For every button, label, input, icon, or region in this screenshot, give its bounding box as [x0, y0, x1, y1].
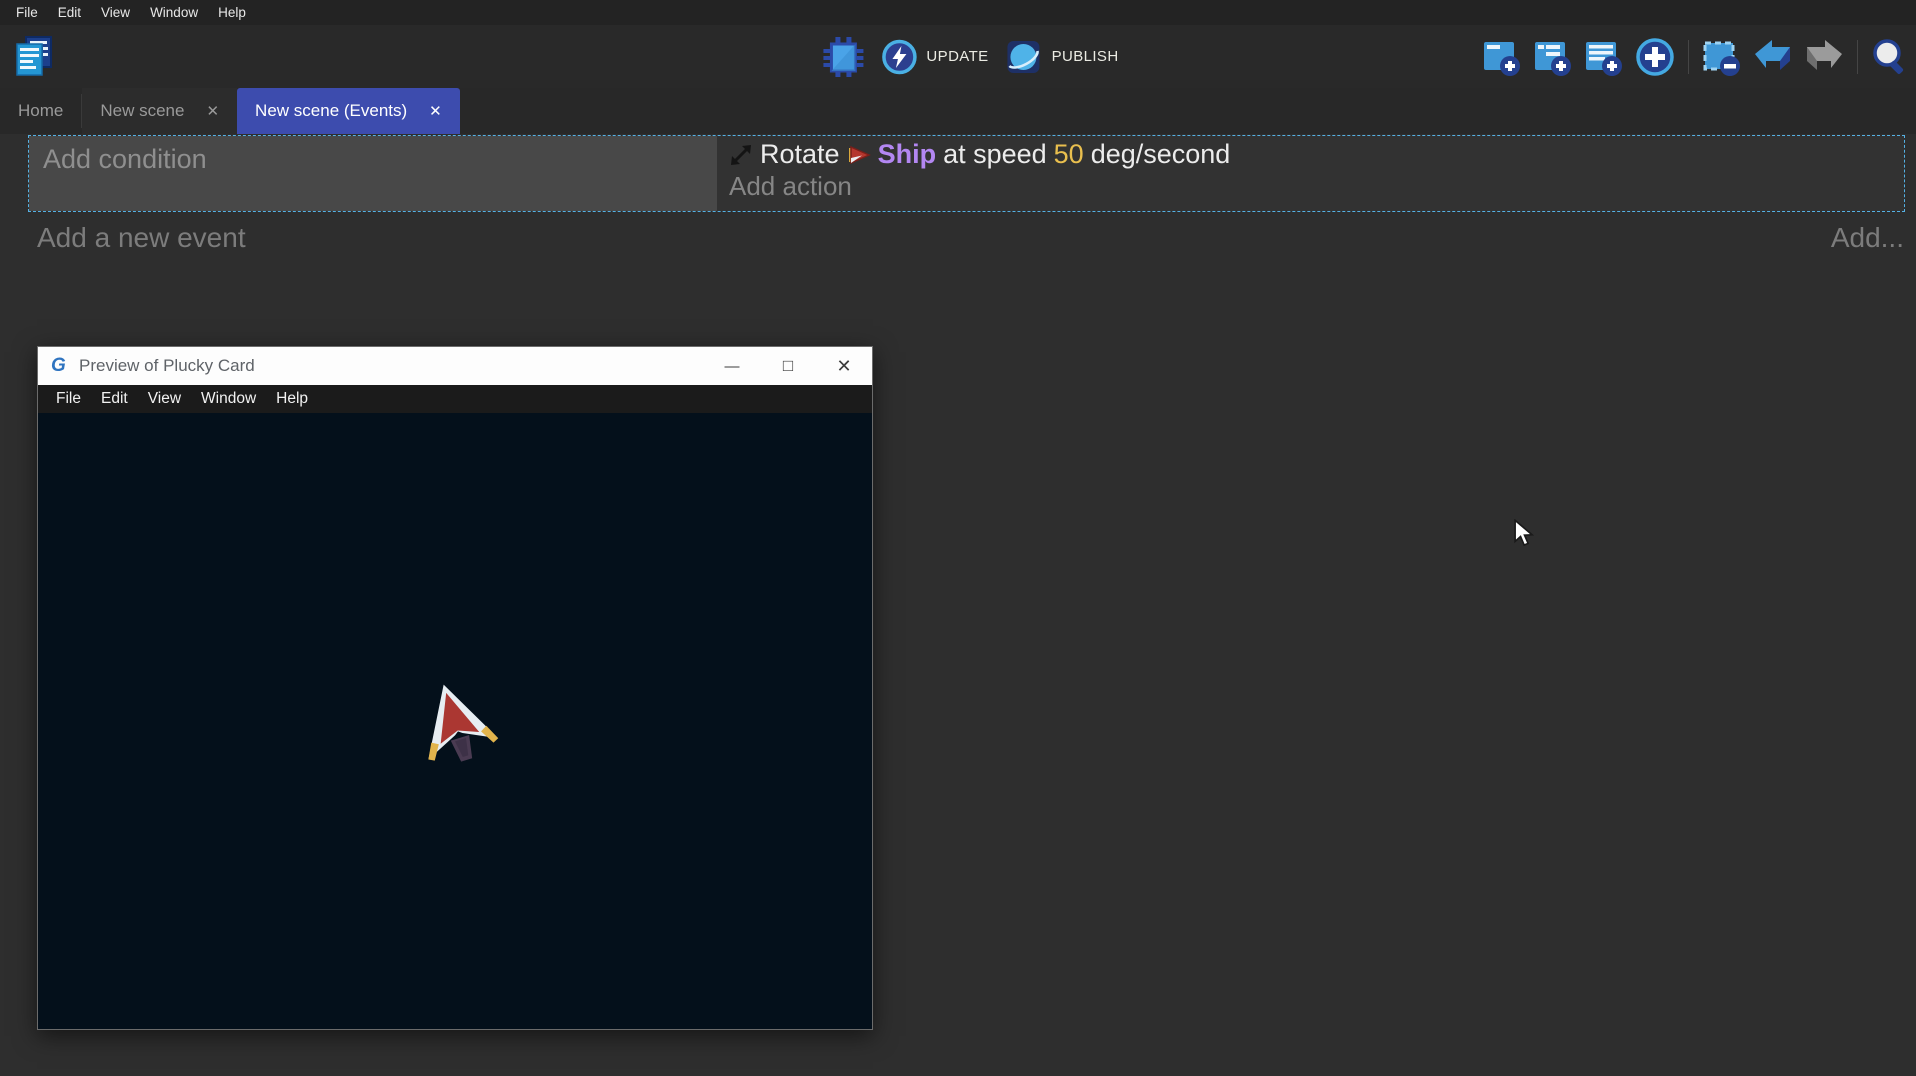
event-actions-area: Rotate Ship at speed 50 deg/second Add a…	[717, 136, 1904, 211]
add-subevent-button[interactable]	[1532, 37, 1574, 77]
event-row-selected[interactable]: Add condition Rotate Ship	[28, 135, 1905, 212]
preview-menubar: File Edit View Window Help	[38, 385, 872, 413]
publish-label: PUBLISH	[1052, 48, 1119, 65]
preview-titlebar[interactable]: G Preview of Plucky Card — □ ✕	[38, 347, 872, 385]
tab-home-label: Home	[18, 101, 63, 121]
preview-menu-edit[interactable]: Edit	[91, 390, 138, 408]
events-sheet: Add condition Rotate Ship	[0, 134, 1916, 1076]
arrow-undo-icon	[1752, 38, 1794, 76]
magnifier-icon	[1870, 37, 1910, 77]
delete-selection-button[interactable]	[1701, 37, 1743, 77]
undo-button[interactable]	[1752, 38, 1794, 76]
tab-new-scene-events-label: New scene (Events)	[255, 101, 407, 121]
menu-file[interactable]: File	[6, 5, 48, 20]
lightning-circle-icon	[881, 39, 917, 75]
preview-menu-window[interactable]: Window	[191, 390, 266, 408]
preview-menu-view[interactable]: View	[138, 390, 191, 408]
bug-chip-icon	[821, 35, 865, 79]
circle-plus-icon	[1634, 36, 1676, 78]
update-label: UPDATE	[926, 48, 988, 65]
gdevelop-app: File Edit View Window Help	[0, 0, 1916, 1076]
action-speed-value: 50	[1054, 139, 1084, 170]
close-button[interactable]: ✕	[816, 347, 872, 385]
editor-tabbar: Home New scene ✕ New scene (Events) ✕	[0, 88, 1916, 134]
tab-new-scene-close-icon[interactable]: ✕	[206, 102, 219, 120]
add-action-placeholder[interactable]: Add action	[729, 171, 1894, 202]
ship-sprite	[408, 677, 504, 773]
text-lines-plus-icon	[1583, 37, 1625, 77]
app-menubar: File Edit View Window Help	[0, 0, 1916, 25]
action-rotate-ship[interactable]: Rotate Ship at speed 50 deg/second	[729, 139, 1894, 170]
preview-window: G Preview of Plucky Card — □ ✕ File Edit…	[37, 346, 873, 1030]
tab-new-scene-events[interactable]: New scene (Events) ✕	[237, 88, 460, 134]
debug-button[interactable]	[821, 35, 865, 79]
menu-help[interactable]: Help	[208, 5, 256, 20]
maximize-button[interactable]: □	[760, 347, 816, 385]
add-new-event-button[interactable]: Add a new event	[37, 222, 246, 254]
preview-menu-file[interactable]: File	[46, 390, 91, 408]
add-condition-placeholder: Add condition	[43, 144, 207, 174]
publish-button[interactable]: PUBLISH	[1005, 38, 1119, 76]
toolbar-separator	[1688, 40, 1689, 74]
add-other-event-button[interactable]	[1634, 36, 1676, 78]
gdevelop-logo-icon: G	[51, 355, 73, 377]
main-toolbar: UPDATE PUBLISH	[0, 25, 1916, 88]
tab-new-scene[interactable]: New scene ✕	[82, 88, 237, 134]
minimize-button[interactable]: —	[704, 347, 760, 385]
arrow-redo-icon	[1803, 38, 1845, 76]
menu-edit[interactable]: Edit	[48, 5, 91, 20]
event-conditions-area[interactable]: Add condition	[29, 136, 717, 211]
planet-icon	[1005, 38, 1043, 76]
document-plus-icon	[1481, 37, 1523, 77]
action-verb: Rotate	[760, 139, 840, 170]
stacked-documents-icon	[13, 35, 55, 77]
rotate-action-icon	[729, 143, 753, 167]
action-middle-text: at speed	[943, 139, 1047, 170]
add-dropdown-button[interactable]: Add...	[1831, 222, 1904, 254]
menu-view[interactable]: View	[91, 5, 140, 20]
update-button[interactable]: UPDATE	[881, 39, 988, 75]
toolbar-separator	[1857, 40, 1858, 74]
search-events-button[interactable]	[1870, 37, 1910, 77]
project-manager-button[interactable]	[12, 34, 56, 78]
menu-window[interactable]: Window	[140, 5, 208, 20]
dashed-square-minus-icon	[1701, 37, 1743, 77]
preview-menu-help[interactable]: Help	[266, 390, 318, 408]
ship-object-thumbnail-icon	[847, 144, 871, 166]
action-unit-text: deg/second	[1091, 139, 1231, 170]
preview-title: Preview of Plucky Card	[79, 356, 704, 376]
tab-new-scene-events-close-icon[interactable]: ✕	[429, 102, 442, 120]
action-object-name: Ship	[878, 139, 937, 170]
tab-home[interactable]: Home	[0, 88, 81, 134]
add-comment-button[interactable]	[1583, 37, 1625, 77]
subdocument-plus-icon	[1532, 37, 1574, 77]
game-canvas[interactable]	[38, 413, 872, 1029]
events-footer: Add a new event Add...	[37, 222, 1904, 254]
add-event-button[interactable]	[1481, 37, 1523, 77]
redo-button[interactable]	[1803, 38, 1845, 76]
tab-new-scene-label: New scene	[100, 101, 184, 121]
